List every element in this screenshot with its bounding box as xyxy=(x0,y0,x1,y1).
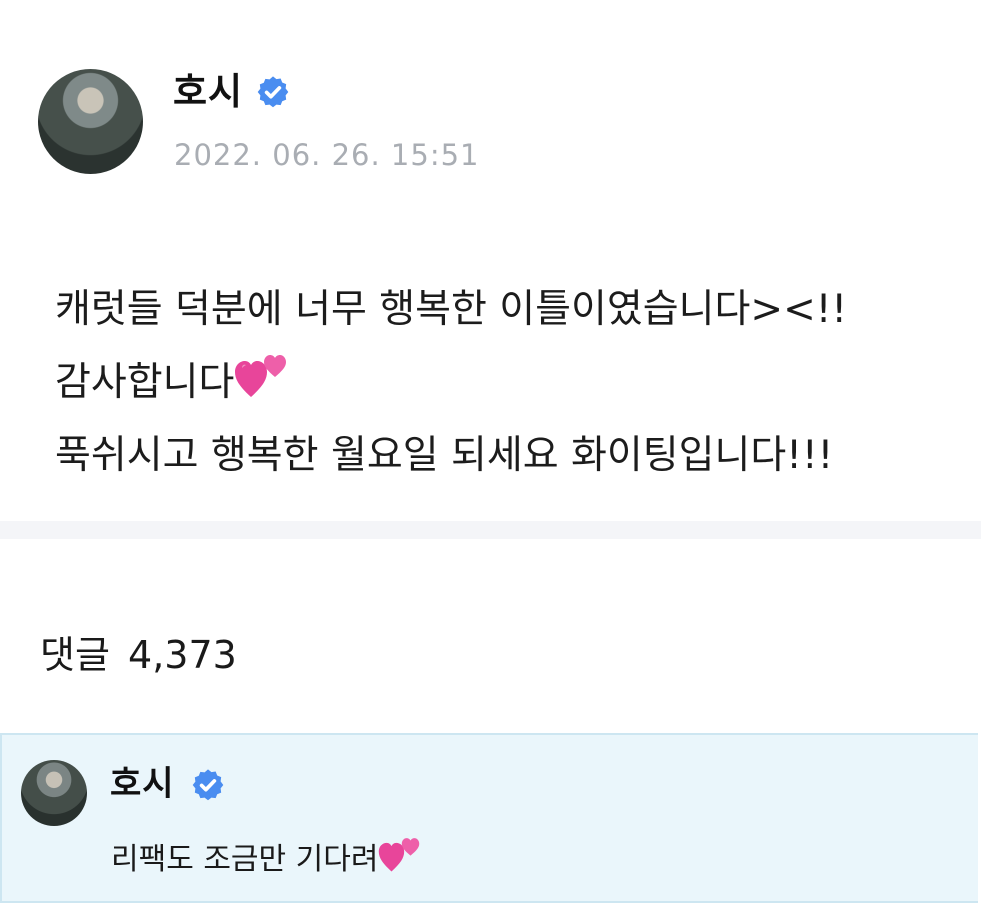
post-header: 호시 2022. 06. 26. 15:51 xyxy=(38,69,938,179)
author-name[interactable]: 호시 xyxy=(173,69,243,115)
post-line-2-text: 감사합니다 xyxy=(55,360,235,405)
post-line-1: 캐럿들 덕분에 너무 행복한 이틀이였습니다><!! xyxy=(55,287,848,332)
post-timestamp: 2022. 06. 26. 15:51 xyxy=(174,138,480,172)
comment-count-header: 댓글 4,373 xyxy=(40,632,237,678)
two-hearts-emoji-icon xyxy=(379,838,420,872)
highlighted-comment[interactable]: 호시 리팩도 조금만 기다려 xyxy=(0,733,978,903)
verified-badge-icon xyxy=(257,76,289,108)
comment-text: 리팩도 조금만 기다려 xyxy=(111,833,424,882)
author-avatar[interactable] xyxy=(38,69,143,174)
post-line-2: 감사합니다 xyxy=(55,346,965,419)
comment-author-avatar[interactable] xyxy=(21,760,87,826)
comment-count-value: 4,373 xyxy=(128,633,237,677)
section-divider xyxy=(0,521,981,539)
two-hearts-emoji-icon xyxy=(235,355,287,397)
post-line-3: 푹쉬시고 행복한 월요일 되세요 화이팅입니다!!! xyxy=(55,433,834,478)
comment-author-name[interactable]: 호시 xyxy=(110,763,175,805)
post-body: 캐럿들 덕분에 너무 행복한 이틀이였습니다><!! 감사합니다 푹쉬시고 행복… xyxy=(55,273,965,492)
verified-badge-icon xyxy=(192,769,224,801)
comment-count-label: 댓글 xyxy=(40,633,110,677)
comment-text-content: 리팩도 조금만 기다려 xyxy=(111,842,379,877)
